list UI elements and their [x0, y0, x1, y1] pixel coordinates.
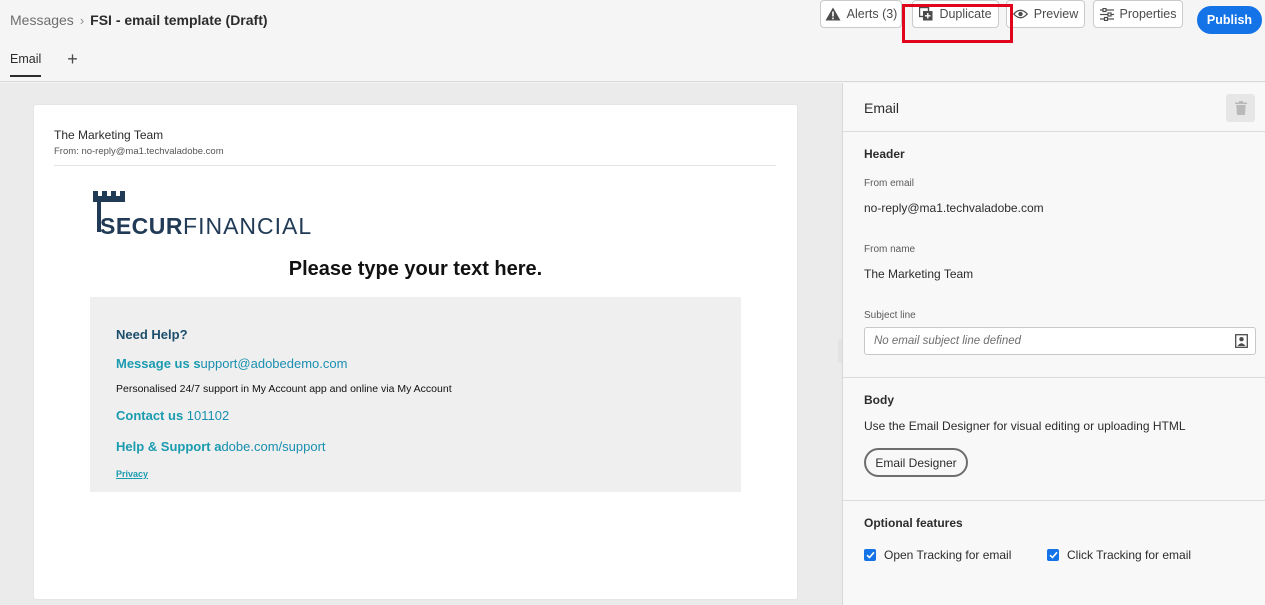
body-section-title: Body — [864, 393, 894, 407]
trash-icon — [1234, 101, 1247, 115]
alerts-button[interactable]: Alerts (3) — [820, 0, 902, 28]
checkmark-icon — [1048, 551, 1058, 559]
contact-us-label: Contact us — [116, 408, 184, 423]
preview-label: Preview — [1033, 7, 1079, 21]
help-support-line: Help & Support adobe.com/support — [116, 439, 326, 454]
email-designer-button[interactable]: Email Designer — [864, 448, 968, 477]
message-us-line: Message us support@adobedemo.com — [116, 356, 347, 371]
support-note: Personalised 24/7 support in My Account … — [116, 383, 452, 395]
logo-text-bold: SECUR — [100, 213, 184, 239]
page-title: FSI - email template (Draft) — [90, 12, 268, 28]
properties-button[interactable]: Properties — [1093, 0, 1183, 28]
click-tracking-checkbox[interactable] — [1047, 549, 1059, 561]
help-support-label: Help & Support a — [116, 439, 222, 454]
tab-email[interactable]: Email — [10, 52, 42, 77]
properties-label: Properties — [1119, 7, 1177, 21]
duplicate-label: Duplicate — [939, 7, 992, 21]
optional-features-title: Optional features — [864, 516, 963, 530]
message-us-label: Message us s — [116, 356, 201, 371]
duplicate-icon — [919, 7, 933, 21]
email-properties-panel: Email Header From email no-reply@ma1.tec… — [842, 83, 1265, 605]
panel-title: Email — [864, 100, 900, 116]
open-tracking-label: Open Tracking for email — [884, 548, 1012, 562]
breadcrumb-separator: › — [79, 12, 85, 28]
top-bar: Messages › FSI - email template (Draft) … — [0, 0, 1265, 82]
subject-line-label: Subject line — [864, 310, 916, 321]
from-email-value[interactable]: no-reply@ma1.techvaladobe.com — [864, 201, 1044, 215]
sliders-icon — [1099, 7, 1114, 21]
logo-text-light: FINANCIAL — [183, 213, 313, 239]
tab-bar: Email + — [10, 50, 78, 77]
body-description: Use the Email Designer for visual editin… — [864, 419, 1186, 433]
message-us-value[interactable]: upport@adobedemo.com — [201, 356, 348, 371]
delete-button[interactable] — [1226, 94, 1255, 122]
help-title: Need Help? — [116, 327, 188, 342]
sender-from: From: no-reply@ma1.techvaladobe.com — [54, 146, 224, 157]
help-support-value[interactable]: dobe.com/support — [221, 439, 325, 454]
from-name-label: From name — [864, 244, 916, 255]
panel-divider — [843, 131, 1265, 132]
checkmark-icon — [865, 551, 875, 559]
publish-button[interactable]: Publish — [1197, 6, 1262, 34]
eye-icon — [1012, 9, 1028, 19]
panel-divider — [843, 500, 1265, 501]
breadcrumb-messages-link[interactable]: Messages — [10, 12, 74, 28]
email-canvas: The Marketing Team From: no-reply@ma1.te… — [0, 83, 842, 605]
card-divider — [54, 165, 776, 166]
header-section-title: Header — [864, 147, 905, 161]
email-preview-card: The Marketing Team From: no-reply@ma1.te… — [34, 105, 797, 599]
subject-line-placeholder: No email subject line defined — [874, 335, 1022, 347]
panel-divider — [843, 377, 1265, 378]
personalization-icon[interactable] — [1235, 334, 1248, 348]
preview-button[interactable]: Preview — [1006, 0, 1085, 28]
email-headline[interactable]: Please type your text here. — [34, 258, 797, 281]
open-tracking-checkbox[interactable] — [864, 549, 876, 561]
add-tab-button[interactable]: + — [67, 50, 78, 68]
logo-text: SECURFINANCIAL — [100, 213, 312, 240]
help-section: Need Help? Message us support@adobedemo.… — [90, 297, 741, 492]
subject-line-field[interactable]: No email subject line defined — [864, 327, 1256, 355]
sender-name: The Marketing Team — [54, 128, 164, 142]
contact-us-line: Contact us 101102 — [116, 408, 229, 423]
publish-label: Publish — [1206, 13, 1253, 27]
open-tracking-option[interactable]: Open Tracking for email — [864, 548, 1011, 562]
from-email-label: From email — [864, 178, 915, 189]
alerts-label: Alerts (3) — [846, 7, 898, 21]
from-name-value[interactable]: The Marketing Team — [864, 267, 973, 281]
duplicate-button[interactable]: Duplicate — [912, 0, 999, 28]
click-tracking-label: Click Tracking for email — [1067, 548, 1192, 562]
privacy-link[interactable]: Privacy — [116, 469, 148, 479]
click-tracking-option[interactable]: Click Tracking for email — [1047, 548, 1191, 562]
breadcrumb: Messages › FSI - email template (Draft) — [10, 12, 268, 28]
contact-us-value[interactable]: 101102 — [183, 408, 229, 423]
alert-triangle-icon — [825, 7, 841, 21]
